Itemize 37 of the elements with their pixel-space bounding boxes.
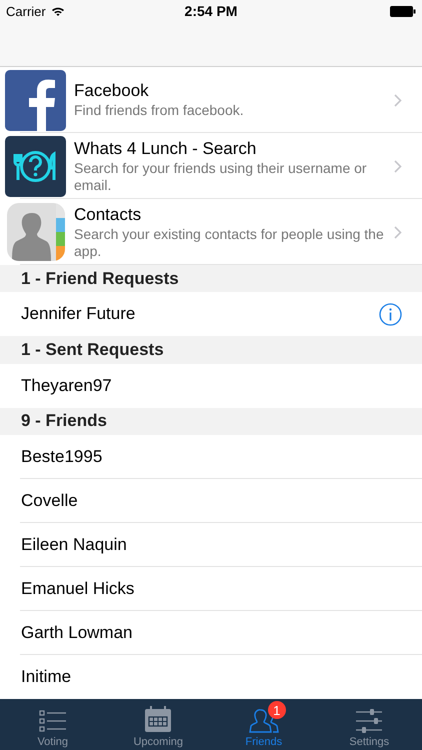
notification-badge: 1: [268, 701, 286, 719]
clock-time: 2:54 PM: [184, 3, 238, 19]
section-header: 1 - Friend Requests: [21, 268, 179, 289]
checklist-icon: [38, 709, 67, 733]
chevron-icon[interactable]: [394, 160, 402, 172]
chevron-icon[interactable]: [394, 226, 402, 238]
people-icon: [248, 707, 279, 733]
info-icon[interactable]: [379, 302, 402, 326]
friend-name[interactable]: Beste1995: [21, 447, 402, 468]
friend-name[interactable]: Initime: [21, 667, 402, 688]
calendar-icon: [144, 706, 172, 733]
option-description: Search your existing contacts for people using the app.: [74, 226, 385, 260]
sliders-icon: [355, 709, 384, 733]
friend-name[interactable]: Theyaren97: [21, 376, 402, 396]
contacts-book-icon: [6, 203, 64, 261]
facebook-logo-icon: [5, 70, 66, 130]
option-title: Whats 4 Lunch - Search: [74, 138, 256, 158]
fork-knife-question-icon: [5, 136, 66, 196]
section-header: 1 - Sent Requests: [21, 340, 164, 360]
friend-name[interactable]: Jennifer Future: [21, 304, 379, 324]
friend-name[interactable]: Covelle: [21, 491, 402, 512]
chevron-icon[interactable]: [394, 94, 402, 106]
option-title: Facebook: [74, 81, 149, 101]
tab-button[interactable]: Settings: [316, 699, 422, 750]
wifi-icon: [50, 6, 65, 16]
tab-button[interactable]: Friends 1: [211, 699, 316, 750]
friend-name[interactable]: Emanuel Hicks: [21, 579, 402, 600]
carrier-label: Carrier: [6, 4, 46, 18]
option-title: Contacts: [74, 204, 142, 224]
option-description: Find friends from facebook.: [74, 102, 244, 119]
section-header: 9 - Friends: [21, 411, 107, 432]
friend-name[interactable]: Eileen Naquin: [21, 535, 402, 556]
tab-button[interactable]: Upcoming: [106, 699, 211, 750]
option-description: Search for your friends using their username or email.: [74, 160, 368, 194]
tab-button[interactable]: Voting: [0, 699, 106, 750]
friend-name[interactable]: Garth Lowman: [21, 623, 402, 644]
battery-icon: [390, 6, 416, 16]
